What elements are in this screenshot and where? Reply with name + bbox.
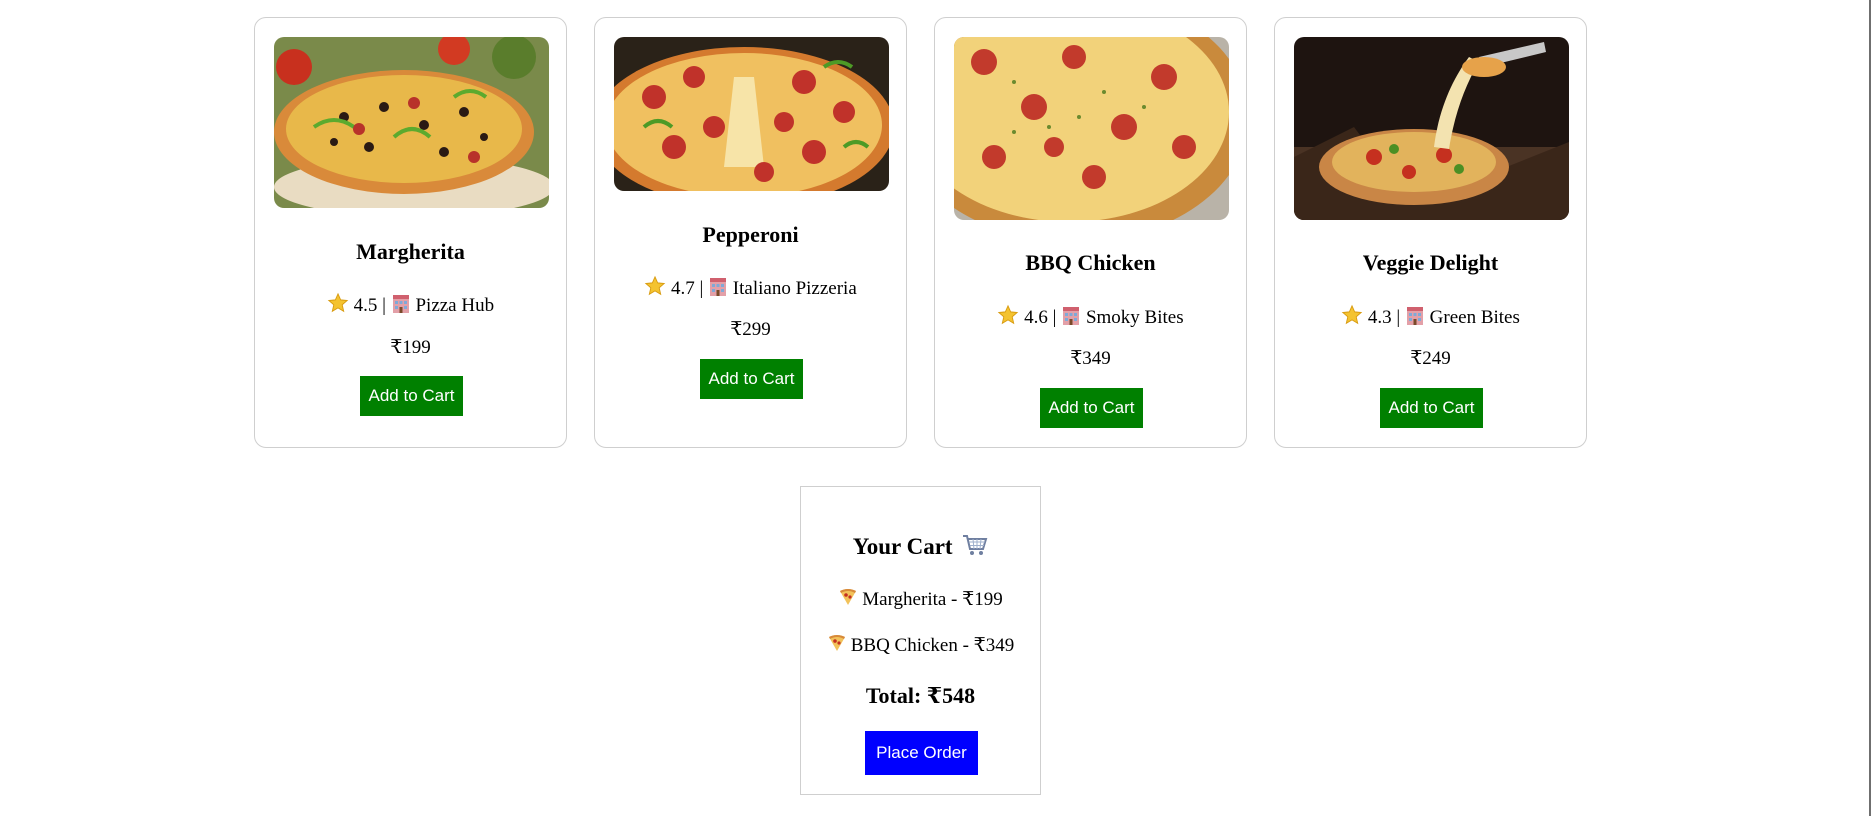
product-rating: 4.5 bbox=[353, 295, 378, 316]
product-rating: 4.7 bbox=[670, 278, 695, 299]
building-icon bbox=[708, 277, 728, 304]
product-rating: 4.3 bbox=[1367, 307, 1392, 328]
star-icon bbox=[1341, 304, 1363, 333]
rating-separator: | bbox=[694, 278, 709, 299]
product-name: Pepperoni bbox=[702, 222, 799, 247]
star-icon bbox=[997, 304, 1019, 333]
add-to-cart-button[interactable]: Add to Cart bbox=[1380, 388, 1483, 428]
building-icon bbox=[1061, 306, 1081, 333]
restaurant-name: Green Bites bbox=[1429, 307, 1520, 328]
cart-title-text: Your Cart bbox=[852, 534, 953, 559]
pizza-slice-icon bbox=[838, 587, 858, 613]
product-name: BBQ Chicken bbox=[1025, 250, 1156, 275]
add-to-cart-button[interactable]: Add to Cart bbox=[360, 376, 463, 416]
product-meta: 4.3 | Green Bites bbox=[1275, 304, 1586, 333]
cart-item-text: BBQ Chicken - ₹349 bbox=[850, 635, 1015, 656]
star-icon bbox=[644, 275, 666, 304]
shopping-cart-icon bbox=[962, 533, 988, 563]
product-price: ₹199 bbox=[390, 337, 431, 358]
star-icon bbox=[327, 292, 349, 321]
product-grid: Margherita 4.5 | Pizza Hub ₹199 Add to C… bbox=[254, 17, 1588, 448]
cart-item-text: Margherita - ₹199 bbox=[862, 589, 1003, 610]
product-card: Pepperoni 4.7 | Italiano Pizzeria ₹299 A… bbox=[594, 17, 907, 448]
product-card: Margherita 4.5 | Pizza Hub ₹199 Add to C… bbox=[254, 17, 567, 448]
cart-title: Your Cart bbox=[801, 533, 1040, 563]
scrollbar[interactable] bbox=[1869, 0, 1871, 816]
product-price: ₹349 bbox=[1070, 348, 1111, 369]
product-card: BBQ Chicken 4.6 | Smoky Bites ₹349 Add t… bbox=[934, 17, 1247, 448]
product-meta: 4.7 | Italiano Pizzeria bbox=[595, 275, 906, 304]
cart-panel: Your Cart Margherita - ₹199 BBQ Chicken … bbox=[800, 486, 1041, 795]
product-price: ₹299 bbox=[730, 319, 771, 340]
cart-total: Total: ₹548 bbox=[865, 683, 976, 708]
pizza-slice-icon bbox=[827, 633, 847, 659]
pizza-image bbox=[954, 37, 1229, 220]
rating-separator: | bbox=[377, 295, 391, 316]
restaurant-name: Smoky Bites bbox=[1085, 307, 1184, 328]
rating-separator: | bbox=[1391, 307, 1405, 328]
restaurant-name: Italiano Pizzeria bbox=[732, 278, 857, 299]
product-card: Veggie Delight 4.3 | Green Bites ₹249 Ad… bbox=[1274, 17, 1587, 448]
product-price: ₹249 bbox=[1410, 348, 1451, 369]
place-order-button[interactable]: Place Order bbox=[865, 731, 978, 775]
rating-separator: | bbox=[1047, 307, 1062, 328]
restaurant-name: Pizza Hub bbox=[415, 295, 495, 316]
add-to-cart-button[interactable]: Add to Cart bbox=[700, 359, 803, 399]
add-to-cart-button[interactable]: Add to Cart bbox=[1040, 388, 1143, 428]
building-icon bbox=[1405, 306, 1425, 333]
pizza-image bbox=[614, 37, 889, 191]
cart-item: Margherita - ₹199 bbox=[801, 587, 1040, 613]
product-rating: 4.6 bbox=[1024, 307, 1048, 328]
pizza-image bbox=[1294, 37, 1569, 220]
cart-item: BBQ Chicken - ₹349 bbox=[801, 633, 1040, 659]
product-name: Margherita bbox=[356, 239, 465, 264]
page: Margherita 4.5 | Pizza Hub ₹199 Add to C… bbox=[0, 0, 1873, 816]
product-meta: 4.5 | Pizza Hub bbox=[255, 292, 566, 321]
product-meta: 4.6 | Smoky Bites bbox=[935, 304, 1246, 333]
building-icon bbox=[391, 294, 411, 321]
pizza-image bbox=[274, 37, 549, 208]
product-name: Veggie Delight bbox=[1362, 250, 1499, 275]
